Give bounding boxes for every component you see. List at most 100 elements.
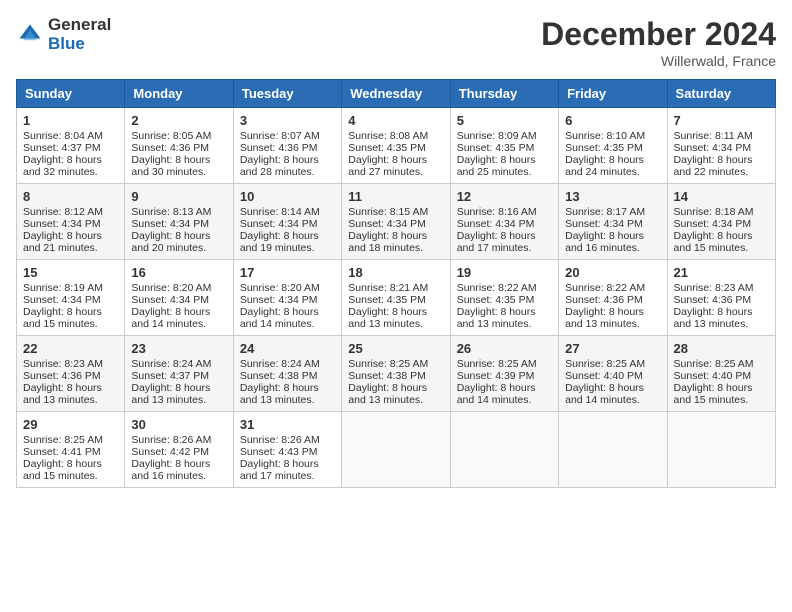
sunrise-label: Sunrise: 8:14 AM <box>240 206 320 218</box>
calendar-day-cell: 29 Sunrise: 8:25 AM Sunset: 4:41 PM Dayl… <box>17 412 125 488</box>
daylight-label: Daylight: 8 hours and 16 minutes. <box>131 458 210 482</box>
day-number: 13 <box>565 189 660 204</box>
sunset-label: Sunset: 4:34 PM <box>23 218 101 230</box>
sunset-label: Sunset: 4:34 PM <box>457 218 535 230</box>
calendar-day-cell: 2 Sunrise: 8:05 AM Sunset: 4:36 PM Dayli… <box>125 108 233 184</box>
calendar-day-cell: 30 Sunrise: 8:26 AM Sunset: 4:42 PM Dayl… <box>125 412 233 488</box>
calendar-day-cell: 19 Sunrise: 8:22 AM Sunset: 4:35 PM Dayl… <box>450 260 558 336</box>
sunset-label: Sunset: 4:34 PM <box>565 218 643 230</box>
sunset-label: Sunset: 4:40 PM <box>565 370 643 382</box>
calendar-day-cell: 11 Sunrise: 8:15 AM Sunset: 4:34 PM Dayl… <box>342 184 450 260</box>
day-number: 3 <box>240 113 335 128</box>
calendar-day-cell: 23 Sunrise: 8:24 AM Sunset: 4:37 PM Dayl… <box>125 336 233 412</box>
calendar-day-cell: 6 Sunrise: 8:10 AM Sunset: 4:35 PM Dayli… <box>559 108 667 184</box>
sunrise-label: Sunrise: 8:13 AM <box>131 206 211 218</box>
daylight-label: Daylight: 8 hours and 16 minutes. <box>565 230 644 254</box>
daylight-label: Daylight: 8 hours and 14 minutes. <box>240 306 319 330</box>
sunrise-label: Sunrise: 8:20 AM <box>131 282 211 294</box>
day-number: 17 <box>240 265 335 280</box>
sunset-label: Sunset: 4:34 PM <box>674 142 752 154</box>
day-number: 18 <box>348 265 443 280</box>
sunrise-label: Sunrise: 8:25 AM <box>674 358 754 370</box>
daylight-label: Daylight: 8 hours and 13 minutes. <box>23 382 102 406</box>
calendar-day-cell <box>667 412 775 488</box>
daylight-label: Daylight: 8 hours and 14 minutes. <box>131 306 210 330</box>
location: Willerwald, France <box>541 53 776 69</box>
daylight-label: Daylight: 8 hours and 32 minutes. <box>23 154 102 178</box>
col-sunday: Sunday <box>17 80 125 108</box>
day-number: 30 <box>131 417 226 432</box>
calendar-day-cell <box>450 412 558 488</box>
daylight-label: Daylight: 8 hours and 13 minutes. <box>457 306 536 330</box>
calendar-day-cell: 15 Sunrise: 8:19 AM Sunset: 4:34 PM Dayl… <box>17 260 125 336</box>
sunrise-label: Sunrise: 8:05 AM <box>131 130 211 142</box>
sunset-label: Sunset: 4:38 PM <box>348 370 426 382</box>
day-number: 20 <box>565 265 660 280</box>
day-number: 5 <box>457 113 552 128</box>
calendar-day-cell: 22 Sunrise: 8:23 AM Sunset: 4:36 PM Dayl… <box>17 336 125 412</box>
day-number: 21 <box>674 265 769 280</box>
day-number: 31 <box>240 417 335 432</box>
sunrise-label: Sunrise: 8:25 AM <box>565 358 645 370</box>
daylight-label: Daylight: 8 hours and 28 minutes. <box>240 154 319 178</box>
daylight-label: Daylight: 8 hours and 14 minutes. <box>457 382 536 406</box>
sunrise-label: Sunrise: 8:07 AM <box>240 130 320 142</box>
sunrise-label: Sunrise: 8:04 AM <box>23 130 103 142</box>
sunrise-label: Sunrise: 8:16 AM <box>457 206 537 218</box>
calendar-week-row: 15 Sunrise: 8:19 AM Sunset: 4:34 PM Dayl… <box>17 260 776 336</box>
sunset-label: Sunset: 4:37 PM <box>131 370 209 382</box>
col-friday: Friday <box>559 80 667 108</box>
day-number: 11 <box>348 189 443 204</box>
sunset-label: Sunset: 4:37 PM <box>23 142 101 154</box>
daylight-label: Daylight: 8 hours and 27 minutes. <box>348 154 427 178</box>
sunset-label: Sunset: 4:35 PM <box>348 294 426 306</box>
daylight-label: Daylight: 8 hours and 19 minutes. <box>240 230 319 254</box>
sunset-label: Sunset: 4:36 PM <box>131 142 209 154</box>
calendar-day-cell: 31 Sunrise: 8:26 AM Sunset: 4:43 PM Dayl… <box>233 412 341 488</box>
daylight-label: Daylight: 8 hours and 13 minutes. <box>674 306 753 330</box>
sunrise-label: Sunrise: 8:18 AM <box>674 206 754 218</box>
sunrise-label: Sunrise: 8:23 AM <box>23 358 103 370</box>
sunset-label: Sunset: 4:42 PM <box>131 446 209 458</box>
calendar-day-cell: 3 Sunrise: 8:07 AM Sunset: 4:36 PM Dayli… <box>233 108 341 184</box>
sunrise-label: Sunrise: 8:22 AM <box>565 282 645 294</box>
daylight-label: Daylight: 8 hours and 15 minutes. <box>674 230 753 254</box>
sunrise-label: Sunrise: 8:26 AM <box>240 434 320 446</box>
logo: General Blue <box>16 16 111 53</box>
daylight-label: Daylight: 8 hours and 18 minutes. <box>348 230 427 254</box>
logo-general: General <box>48 16 111 35</box>
sunrise-label: Sunrise: 8:24 AM <box>131 358 211 370</box>
calendar-day-cell: 14 Sunrise: 8:18 AM Sunset: 4:34 PM Dayl… <box>667 184 775 260</box>
sunrise-label: Sunrise: 8:10 AM <box>565 130 645 142</box>
page-header: General Blue December 2024 Willerwald, F… <box>16 16 776 69</box>
sunset-label: Sunset: 4:34 PM <box>240 294 318 306</box>
sunset-label: Sunset: 4:35 PM <box>457 294 535 306</box>
col-thursday: Thursday <box>450 80 558 108</box>
sunset-label: Sunset: 4:39 PM <box>457 370 535 382</box>
sunset-label: Sunset: 4:34 PM <box>674 218 752 230</box>
daylight-label: Daylight: 8 hours and 13 minutes. <box>348 382 427 406</box>
daylight-label: Daylight: 8 hours and 14 minutes. <box>565 382 644 406</box>
day-number: 7 <box>674 113 769 128</box>
sunset-label: Sunset: 4:34 PM <box>348 218 426 230</box>
daylight-label: Daylight: 8 hours and 13 minutes. <box>131 382 210 406</box>
logo-blue: Blue <box>48 35 111 54</box>
day-number: 25 <box>348 341 443 356</box>
day-number: 16 <box>131 265 226 280</box>
sunrise-label: Sunrise: 8:24 AM <box>240 358 320 370</box>
sunset-label: Sunset: 4:34 PM <box>131 218 209 230</box>
day-number: 4 <box>348 113 443 128</box>
sunset-label: Sunset: 4:40 PM <box>674 370 752 382</box>
sunrise-label: Sunrise: 8:11 AM <box>674 130 753 142</box>
calendar-day-cell: 8 Sunrise: 8:12 AM Sunset: 4:34 PM Dayli… <box>17 184 125 260</box>
calendar-day-cell: 16 Sunrise: 8:20 AM Sunset: 4:34 PM Dayl… <box>125 260 233 336</box>
calendar-day-cell: 7 Sunrise: 8:11 AM Sunset: 4:34 PM Dayli… <box>667 108 775 184</box>
calendar-day-cell: 4 Sunrise: 8:08 AM Sunset: 4:35 PM Dayli… <box>342 108 450 184</box>
calendar-day-cell: 5 Sunrise: 8:09 AM Sunset: 4:35 PM Dayli… <box>450 108 558 184</box>
day-number: 9 <box>131 189 226 204</box>
calendar-day-cell: 12 Sunrise: 8:16 AM Sunset: 4:34 PM Dayl… <box>450 184 558 260</box>
calendar-table: Sunday Monday Tuesday Wednesday Thursday… <box>16 79 776 488</box>
day-number: 10 <box>240 189 335 204</box>
sunrise-label: Sunrise: 8:25 AM <box>348 358 428 370</box>
day-number: 8 <box>23 189 118 204</box>
